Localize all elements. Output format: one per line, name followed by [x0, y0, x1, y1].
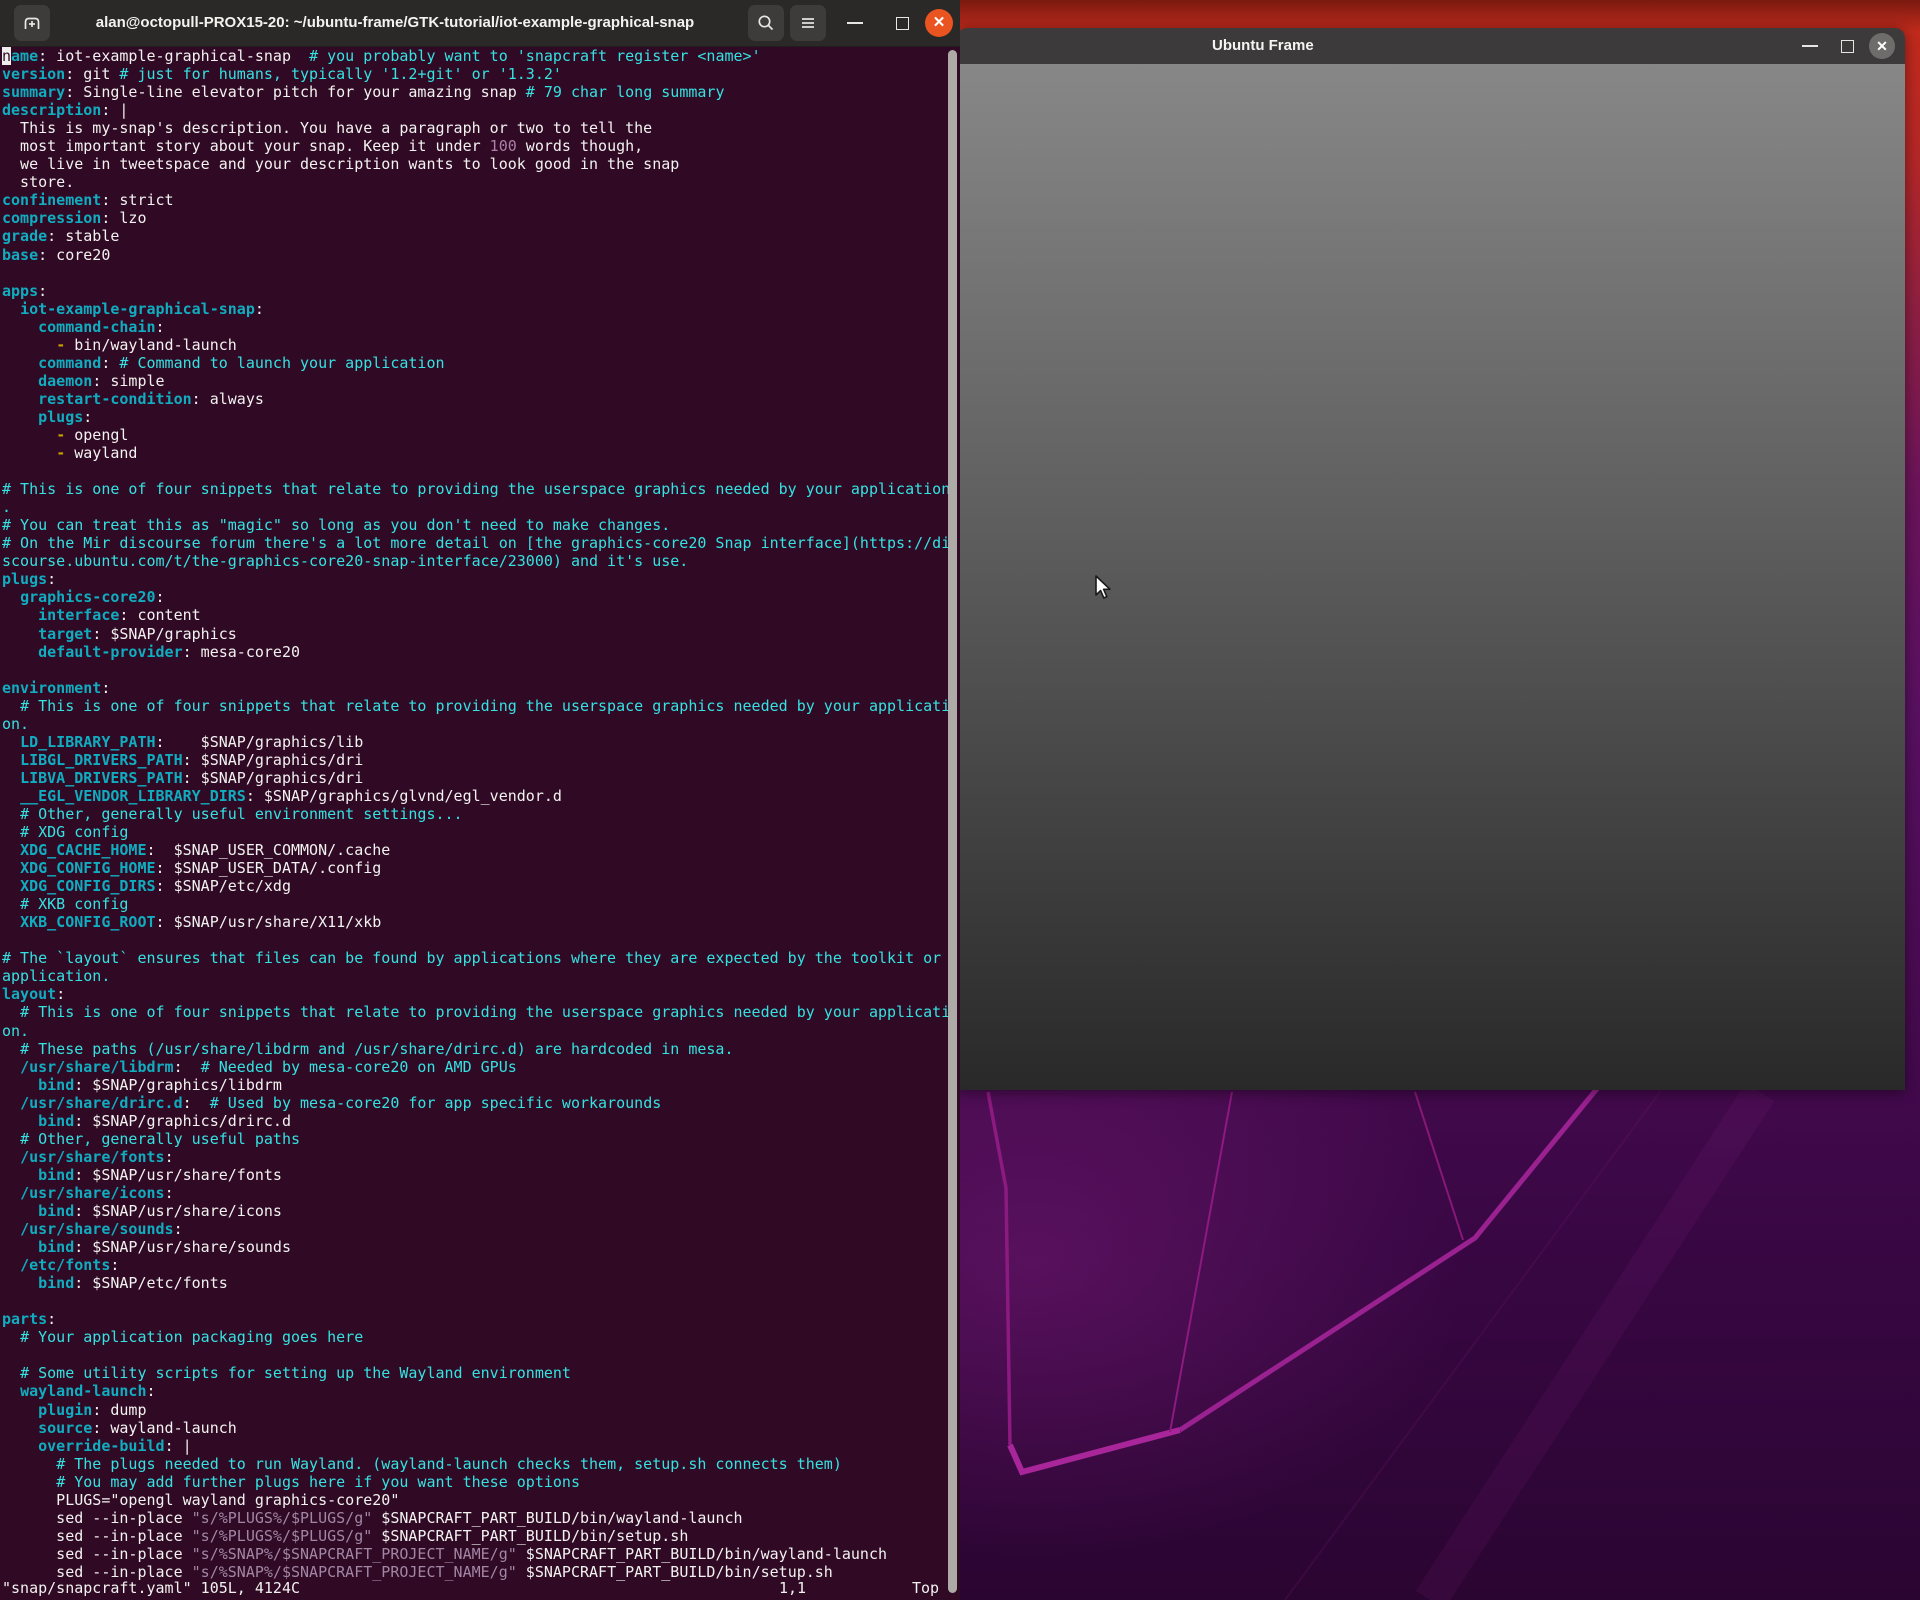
search-button[interactable] — [748, 5, 784, 41]
vim-scroll-position: Top — [912, 1579, 939, 1597]
terminal-window-title: alan@octopull-PROX15-20: ~/ubuntu-frame/… — [44, 0, 746, 46]
maximize-icon[interactable] — [896, 17, 909, 30]
close-icon[interactable]: ✕ — [1869, 33, 1895, 59]
minimize-icon[interactable] — [847, 22, 863, 24]
minimize-icon[interactable] — [1802, 45, 1818, 47]
vim-file-info: "snap/snapcraft.yaml" 105L, 4124C — [2, 1579, 300, 1597]
vim-cursor-position: 1,1 — [779, 1579, 806, 1597]
close-icon[interactable]: ✕ — [925, 9, 953, 37]
vim-editor[interactable]: name: iot-example-graphical-snap # you p… — [0, 47, 960, 1600]
ubuntu-frame-titlebar[interactable]: Ubuntu Frame ✕ — [957, 28, 1905, 64]
mouse-cursor — [1094, 575, 1114, 601]
desktop: { "desktop": { "colors": { "wallpaper_re… — [0, 0, 1920, 1600]
menu-button[interactable] — [790, 5, 826, 41]
maximize-icon[interactable] — [1841, 40, 1854, 53]
ubuntu-frame-window: Ubuntu Frame ✕ — [957, 28, 1905, 1090]
terminal-window: alan@octopull-PROX15-20: ~/ubuntu-frame/… — [0, 0, 960, 1600]
vim-statusline: "snap/snapcraft.yaml" 105L, 4124C 1,1 To… — [0, 1579, 960, 1598]
terminal-titlebar[interactable]: alan@octopull-PROX15-20: ~/ubuntu-frame/… — [0, 0, 960, 47]
terminal-scrollbar[interactable] — [948, 50, 957, 1593]
vim-buffer: name: iot-example-graphical-snap # you p… — [0, 47, 960, 1581]
ubuntu-frame-title: Ubuntu Frame — [1212, 28, 1314, 64]
